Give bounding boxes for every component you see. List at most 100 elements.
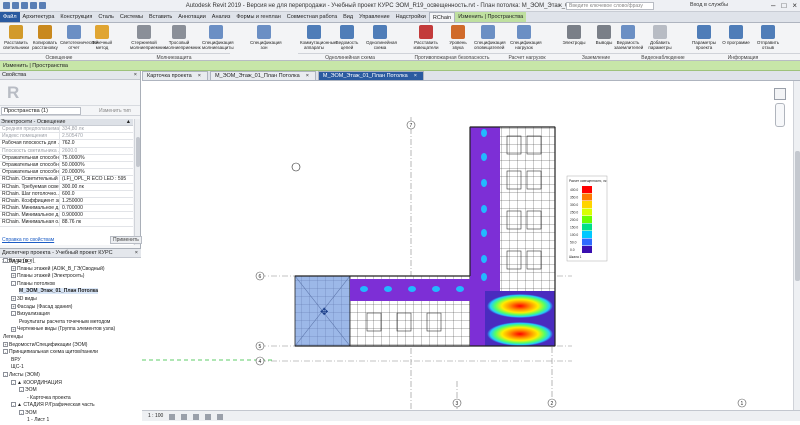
ribbon-button[interactable]: Точечный метод (88, 24, 116, 50)
tree-node[interactable]: - ▲ СТАДИЯ Р/Графическая часть (0, 402, 141, 410)
property-value[interactable]: 300.00 лк (60, 184, 84, 190)
ribbon-button[interactable]: Ведомость цепей (333, 24, 361, 50)
save-icon[interactable] (21, 2, 28, 9)
collapse-icon[interactable]: - (3, 258, 8, 264)
tree-node[interactable]: - Принципиальная схема щитов/панели (0, 349, 141, 357)
properties-section[interactable]: Электросети - Освещение ▲ (0, 119, 133, 126)
ribbon-button[interactable]: Спецификация оповещателей (474, 24, 506, 50)
property-row[interactable]: RChain. Минимальная о... 88.76 лк (0, 219, 133, 227)
properties-scrollbar[interactable] (134, 119, 140, 245)
shadows-icon[interactable] (205, 413, 212, 420)
property-row[interactable]: Отражательная способн... 20.0000% (0, 169, 133, 177)
property-value[interactable]: 75.0000% (60, 155, 85, 161)
view-scale[interactable]: 1 : 100 (148, 411, 163, 421)
tree-node[interactable]: - Карточка проекта (0, 395, 141, 403)
ribbon-tab[interactable]: Системы (117, 12, 146, 22)
ribbon-button[interactable]: Электроды (560, 24, 588, 45)
property-value[interactable]: 0.900000 (60, 212, 83, 218)
minimize-icon[interactable]: – (771, 1, 775, 10)
sign-in-button[interactable]: Вход в службы (690, 2, 728, 8)
maximize-icon[interactable]: □ (781, 1, 786, 10)
property-value[interactable]: 50.0000% (60, 162, 85, 168)
tree-node[interactable]: 1 - Лист 1 (0, 417, 141, 425)
property-value[interactable]: (LF)_OPL_R ECO LED : 595 (60, 176, 126, 182)
property-row[interactable]: Индекс помещения 2.505470 (0, 133, 133, 141)
edit-type-button[interactable]: Изменить тип (99, 108, 131, 114)
visual-style-icon[interactable] (181, 413, 188, 420)
ribbon-tab[interactable]: Управление (356, 12, 393, 22)
tree-node[interactable]: Легенды (0, 334, 141, 342)
property-value[interactable]: 2600.0 (60, 148, 77, 154)
tree-node[interactable]: - ЭОМ (0, 387, 141, 395)
tree-node[interactable]: + Фасады (Фасад здания) (0, 304, 141, 312)
quick-access-toolbar[interactable] (0, 2, 46, 9)
ribbon-button[interactable]: Тросовый молниеприемник (165, 24, 201, 50)
canvas-scrollbar[interactable] (793, 81, 800, 410)
illuminance-legend[interactable]: Расчет освещенности, лк 400.0 350.0 300.0 2… (566, 175, 608, 262)
sun-path-icon[interactable] (193, 413, 200, 420)
ribbon-tab[interactable]: Конструкция (57, 12, 95, 22)
light-fixtures[interactable] (360, 129, 487, 292)
tree-node[interactable]: - ▲ КООРДИНАЦИЯ (0, 380, 141, 388)
property-value[interactable]: 0.700000 (60, 205, 83, 211)
document-tab[interactable]: М_ЭОМ_Этаж_01_План Потолка × (209, 71, 316, 80)
tree-node[interactable]: + Планы этажей (Электросеть) (0, 273, 141, 281)
ribbon-tab[interactable]: Формы и генплан (233, 12, 283, 22)
ribbon-tab[interactable]: Файл (0, 12, 20, 22)
ribbon-button[interactable]: Светотехнический отчет (60, 24, 98, 50)
property-row[interactable]: RChain. Минимальное д... 0.900000 (0, 212, 133, 220)
tree-node[interactable]: ВРУ (0, 357, 141, 365)
collapse-icon[interactable]: - (3, 349, 8, 355)
tree-node[interactable]: - ЭОМ (0, 410, 141, 418)
collapse-icon[interactable]: - (19, 387, 24, 393)
collapse-icon[interactable]: - (11, 379, 16, 385)
property-row[interactable]: Отражательная способн... 75.0000% (0, 154, 133, 162)
ribbon-tab[interactable]: Сталь (95, 12, 117, 22)
drawing-canvas[interactable]: ✥ 7 6 5 4 3 2 1 Расчет освещенности, лк … (142, 81, 793, 410)
collapse-icon[interactable]: - (11, 402, 16, 408)
expand-icon[interactable]: + (11, 303, 16, 309)
ribbon-tab[interactable]: Вид (340, 12, 356, 22)
property-value[interactable]: 20.0000% (60, 169, 85, 175)
detail-level-icon[interactable] (169, 413, 176, 420)
ribbon-button[interactable]: Спецификация зон (250, 24, 282, 50)
tree-node[interactable]: - Листы (ЭОМ) (0, 372, 141, 380)
tree-node[interactable]: - Визуализация (0, 311, 141, 319)
property-value[interactable]: 2.505470 (60, 133, 83, 139)
ribbon-tab[interactable]: Надстройки (393, 12, 429, 22)
ribbon-button[interactable]: Уровень звука (444, 24, 472, 50)
close-icon[interactable]: × (198, 73, 201, 79)
ribbon-button[interactable]: Расставить извещатели (412, 24, 440, 50)
property-row[interactable]: RChain. Осветительный ... (LF)_OPL_R ECO … (0, 176, 133, 184)
property-row[interactable]: RChain. Минимальное д... 0.700000 (0, 205, 133, 213)
ribbon-tab[interactable]: Совместная работа (284, 12, 340, 22)
close-icon[interactable]: × (135, 249, 138, 258)
property-value[interactable]: 1.250000 (60, 198, 83, 204)
collapse-icon[interactable]: - (3, 372, 8, 378)
ribbon-button[interactable]: Отправить отзыв (754, 24, 782, 50)
ribbon-tab[interactable]: Изменить | Пространства (455, 12, 527, 22)
property-row[interactable]: RChain. Требуемая осве... 300.00 лк (0, 183, 133, 191)
ribbon-button[interactable]: Ведомость заземлителей (614, 24, 643, 50)
tree-node[interactable]: М_ЭОМ_Этаж_01_План Потолка (0, 288, 141, 296)
properties-help-link[interactable]: Справка по свойствам (2, 237, 54, 243)
undo-icon[interactable] (30, 2, 37, 9)
tree-node[interactable]: - Планы потолков (0, 281, 141, 289)
collapse-icon[interactable]: ▲ (126, 119, 131, 126)
close-icon[interactable]: × (306, 73, 309, 79)
ribbon-button[interactable]: Спецификация нагрузок (510, 24, 542, 50)
tree-node[interactable]: + Чертежные виды (Группа элементов узла) (0, 326, 141, 334)
tree-node[interactable]: +3D виды (0, 296, 141, 304)
ribbon-button[interactable]: Добавить параметры (646, 24, 674, 50)
ribbon-button[interactable]: Расставить светильники (2, 24, 30, 50)
ribbon-tab[interactable]: Вставить (146, 12, 175, 22)
ribbon-tab[interactable]: Аннотации (175, 12, 209, 22)
expand-icon[interactable]: + (11, 265, 16, 271)
view-cube-icon[interactable] (774, 88, 786, 100)
property-row[interactable]: Рабочая плоскость для ... 762.0 (0, 140, 133, 148)
ribbon-button[interactable]: Коммутационные аппараты (300, 24, 336, 50)
collapse-icon[interactable]: - (11, 311, 16, 317)
ribbon-button[interactable]: Стержневой молниеприемник (130, 24, 166, 50)
open-icon[interactable] (12, 2, 19, 9)
crop-view-icon[interactable] (217, 413, 224, 420)
